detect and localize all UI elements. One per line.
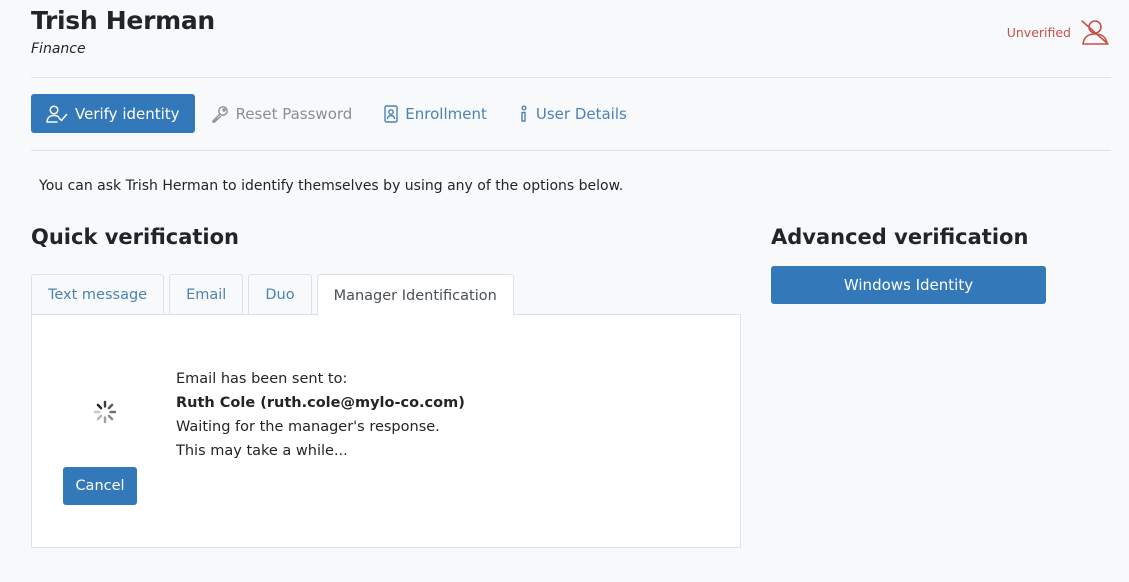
message-line-sent: Email has been sent to: — [176, 371, 348, 387]
verification-tabs: Text message Email Duo Manager Identific… — [31, 274, 514, 316]
verification-status: Unverified — [1007, 18, 1111, 46]
status-message: Email has been sent to: Ruth Cole (ruth.… — [176, 367, 465, 463]
advanced-verification-title: Advanced verification — [771, 225, 1029, 249]
loading-spinner-icon — [93, 400, 117, 424]
manager-identification-panel: Email has been sent to: Ruth Cole (ruth.… — [31, 314, 741, 548]
verify-identity-label: Verify identity — [75, 104, 180, 123]
actions-divider — [31, 150, 1111, 151]
enrollment-label: Enrollment — [405, 104, 487, 123]
header-divider — [31, 77, 1111, 78]
user-slash-icon — [1079, 18, 1111, 46]
quick-verification-title: Quick verification — [31, 225, 240, 249]
reset-password-tab[interactable]: Reset Password — [195, 94, 369, 133]
user-check-icon — [46, 104, 68, 123]
tab-email[interactable]: Email — [169, 274, 244, 315]
message-line-wait-note: This may take a while... — [176, 443, 348, 459]
action-tabs: Verify identity Reset Password Enrollmen… — [31, 94, 643, 133]
user-details-label: User Details — [535, 104, 627, 123]
tab-manager-identification[interactable]: Manager Identification — [316, 274, 514, 316]
user-details-tab[interactable]: User Details — [503, 94, 643, 133]
key-icon — [211, 105, 229, 123]
tab-duo[interactable]: Duo — [248, 274, 312, 315]
tab-text-message[interactable]: Text message — [31, 274, 165, 315]
windows-identity-button[interactable]: Windows Identity — [771, 266, 1046, 304]
page: Trish Herman Finance Unverified Verify i… — [0, 0, 1129, 582]
info-icon — [519, 105, 529, 123]
status-text: Unverified — [1006, 24, 1071, 40]
reset-password-label: Reset Password — [235, 104, 353, 123]
intro-text: You can ask Trish Herman to identify the… — [39, 178, 624, 194]
cancel-button[interactable]: Cancel — [63, 467, 137, 505]
user-name: Trish Herman — [31, 6, 215, 35]
id-card-icon — [384, 104, 398, 123]
enrollment-tab[interactable]: Enrollment — [368, 94, 503, 133]
verify-identity-tab[interactable]: Verify identity — [31, 94, 195, 133]
message-line-waiting: Waiting for the manager's response. — [176, 419, 440, 435]
manager-contact: Ruth Cole (ruth.cole@mylo-co.com) — [176, 395, 465, 411]
user-department: Finance — [31, 41, 86, 57]
